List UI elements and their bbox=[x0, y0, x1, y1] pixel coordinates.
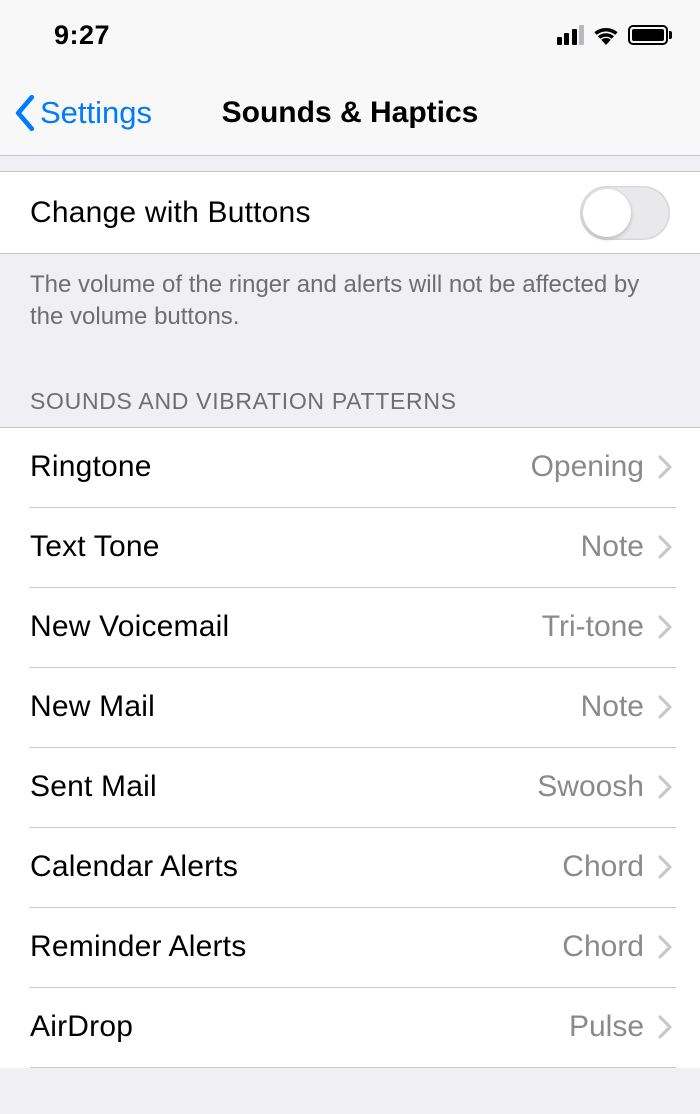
status-icons bbox=[557, 25, 673, 45]
section-gap bbox=[0, 156, 700, 172]
row-value: Note bbox=[581, 690, 644, 724]
new-mail-row[interactable]: New Mail Note bbox=[0, 668, 700, 748]
chevron-right-icon bbox=[658, 615, 672, 639]
row-label: Calendar Alerts bbox=[30, 850, 562, 884]
cellular-signal-icon bbox=[557, 25, 585, 45]
row-label: Reminder Alerts bbox=[30, 930, 562, 964]
chevron-right-icon bbox=[658, 535, 672, 559]
sent-mail-row[interactable]: Sent Mail Swoosh bbox=[0, 748, 700, 828]
row-label: New Mail bbox=[30, 690, 581, 724]
status-time: 9:27 bbox=[54, 20, 110, 51]
row-value: Tri-tone bbox=[542, 610, 644, 644]
page-title: Sounds & Haptics bbox=[222, 96, 479, 130]
back-button[interactable]: Settings bbox=[0, 95, 152, 131]
chevron-right-icon bbox=[658, 1015, 672, 1039]
change-with-buttons-row[interactable]: Change with Buttons bbox=[0, 172, 700, 254]
wifi-icon bbox=[592, 25, 620, 45]
row-value: Pulse bbox=[569, 1010, 644, 1044]
calendar-alerts-row[interactable]: Calendar Alerts Chord bbox=[0, 828, 700, 908]
chevron-right-icon bbox=[658, 455, 672, 479]
reminder-alerts-row[interactable]: Reminder Alerts Chord bbox=[0, 908, 700, 988]
chevron-right-icon bbox=[658, 695, 672, 719]
row-value: Chord bbox=[562, 850, 644, 884]
row-value: Note bbox=[581, 530, 644, 564]
chevron-right-icon bbox=[658, 935, 672, 959]
row-value: Swoosh bbox=[537, 770, 644, 804]
row-label: Ringtone bbox=[30, 450, 531, 484]
change-with-buttons-toggle[interactable] bbox=[580, 186, 670, 240]
battery-icon bbox=[628, 25, 672, 45]
section-footer: The volume of the ringer and alerts will… bbox=[0, 254, 700, 344]
row-label: New Voicemail bbox=[30, 610, 542, 644]
row-label: Text Tone bbox=[30, 530, 581, 564]
nav-bar: Settings Sounds & Haptics bbox=[0, 70, 700, 156]
bottom-gap bbox=[0, 1068, 700, 1114]
row-label: Sent Mail bbox=[30, 770, 537, 804]
row-value: Opening bbox=[531, 450, 644, 484]
row-label: Change with Buttons bbox=[30, 196, 580, 230]
text-tone-row[interactable]: Text Tone Note bbox=[0, 508, 700, 588]
section-header: SOUNDS AND VIBRATION PATTERNS bbox=[0, 344, 700, 428]
new-voicemail-row[interactable]: New Voicemail Tri-tone bbox=[0, 588, 700, 668]
back-label: Settings bbox=[40, 95, 152, 131]
chevron-right-icon bbox=[658, 775, 672, 799]
toggle-knob bbox=[583, 189, 631, 237]
status-bar: 9:27 bbox=[0, 0, 700, 70]
row-label: AirDrop bbox=[30, 1010, 569, 1044]
sounds-list: Ringtone Opening Text Tone Note New Voic… bbox=[0, 428, 700, 1068]
row-value: Chord bbox=[562, 930, 644, 964]
chevron-left-icon bbox=[14, 95, 36, 131]
airdrop-row[interactable]: AirDrop Pulse bbox=[0, 988, 700, 1068]
ringtone-row[interactable]: Ringtone Opening bbox=[0, 428, 700, 508]
chevron-right-icon bbox=[658, 855, 672, 879]
